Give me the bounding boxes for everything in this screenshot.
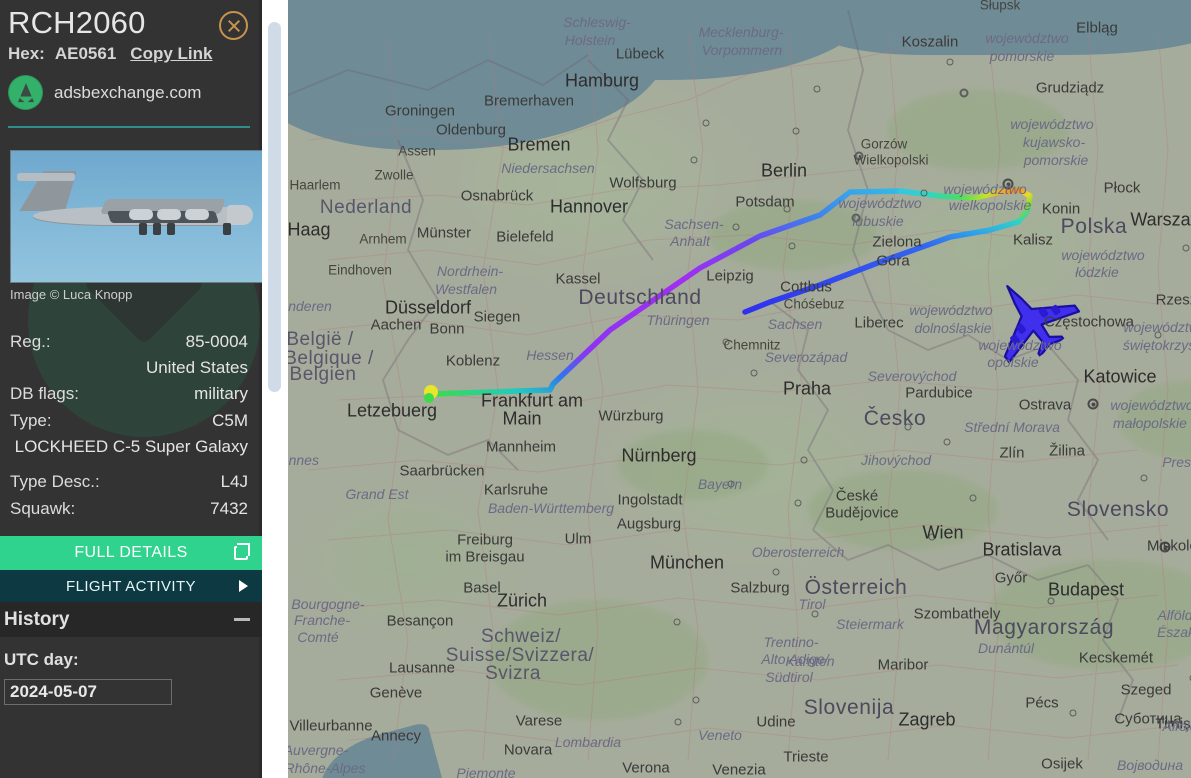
photo-tailplane	[17, 173, 75, 181]
detail-value-country: United States	[145, 358, 248, 377]
detail-key: Reg.:	[10, 332, 51, 351]
detail-value: military	[194, 384, 248, 403]
city-dot	[727, 480, 735, 488]
external-link-icon	[234, 543, 250, 560]
aircraft-info-panel: RCH2060 Hex: AE0561 Copy Link adsbexchan…	[0, 0, 262, 778]
city-dot	[1047, 597, 1055, 605]
city-dot	[772, 568, 780, 576]
city-dot	[750, 369, 758, 377]
close-icon[interactable]	[219, 11, 248, 40]
city-dot	[800, 456, 808, 464]
brand-row: adsbexchange.com	[8, 75, 252, 110]
city-dot	[702, 119, 710, 127]
city-dot	[854, 151, 864, 161]
city-dot	[1087, 398, 1099, 410]
photo-nose-gear	[223, 223, 231, 235]
utc-day-input[interactable]	[4, 679, 172, 705]
city-dot	[1002, 178, 1014, 190]
photo-credit: Image © Luca Knopp	[10, 287, 133, 302]
divider	[8, 126, 250, 128]
full-details-button[interactable]: FULL DETAILS	[0, 536, 262, 570]
chevron-right-icon	[239, 580, 248, 592]
photo-engine	[129, 209, 153, 220]
track-return	[742, 219, 1021, 315]
city-dot	[690, 156, 698, 164]
detail-row-dbflags: DB flags: military	[10, 380, 248, 407]
detail-value: 85-0004	[185, 332, 248, 351]
aircraft-photo	[10, 150, 262, 283]
page-title: RCH2060	[8, 5, 146, 40]
track-east	[897, 187, 1023, 201]
copy-link-button[interactable]: Copy Link	[130, 44, 212, 64]
detail-value: C5M	[212, 411, 248, 430]
city-dot	[1069, 709, 1077, 717]
panel-scrollbar[interactable]	[262, 0, 288, 778]
city-dot	[783, 205, 791, 213]
photo-engine	[157, 209, 181, 220]
detail-row-reg: Reg.: 85-0004	[10, 328, 248, 355]
aircraft-photo-block: Image © Luca Knopp	[10, 150, 262, 302]
utc-day-block: UTC day:	[0, 637, 262, 705]
track-start-marker-inner	[424, 393, 434, 403]
aircraft-details-list: Reg.: 85-0004 United States DB flags: mi…	[8, 328, 252, 522]
detail-key: DB flags:	[10, 384, 79, 403]
city-dot	[851, 213, 861, 223]
flight-map[interactable]: Schleswig- Holstein Mecklenburg- Vorpommern…	[288, 0, 1191, 778]
city-dot	[732, 223, 740, 231]
city-dot	[722, 338, 730, 346]
utc-day-label: UTC day:	[4, 650, 79, 669]
detail-row-squawk: Squawk: 7432	[10, 495, 248, 522]
city-dot	[1140, 474, 1148, 482]
city-dot	[794, 499, 802, 507]
hex-row: Hex: AE0561 Copy Link	[8, 44, 252, 64]
track-turn	[1015, 187, 1033, 225]
photo-engine	[185, 209, 209, 220]
city-dot	[1154, 331, 1162, 339]
photo-landing-gear	[139, 223, 147, 235]
city-dot	[674, 718, 682, 726]
detail-key: Type:	[10, 411, 52, 430]
flight-activity-label: FLIGHT ACTIVITY	[66, 577, 196, 595]
full-details-label: FULL DETAILS	[74, 544, 188, 561]
detail-key: Squawk:	[10, 499, 76, 518]
city-dot	[692, 696, 700, 704]
city-dot	[792, 127, 800, 135]
city-dot	[946, 58, 954, 66]
adsbexchange-app: RCH2060 Hex: AE0561 Copy Link adsbexchan…	[0, 0, 1191, 778]
detail-key: Type Desc.:	[10, 472, 100, 491]
scrollbar-thumb[interactable]	[268, 22, 281, 392]
city-dot	[788, 242, 796, 250]
detail-value: L4J	[220, 472, 248, 491]
city-dot	[920, 189, 928, 197]
city-dot	[813, 85, 821, 93]
history-section-header[interactable]: History	[0, 602, 262, 637]
city-dot	[1182, 244, 1190, 252]
minus-icon[interactable]	[234, 618, 250, 621]
city-dot	[1159, 541, 1171, 553]
city-dot	[904, 423, 912, 431]
city-dot	[959, 88, 969, 98]
brand-name: adsbexchange.com	[54, 82, 202, 102]
panel-header: RCH2060	[8, 4, 252, 42]
city-dot	[943, 438, 951, 446]
flight-track	[424, 187, 1033, 403]
city-dot	[969, 494, 977, 502]
detail-value-type-long: LOCKHEED C-5 Super Galaxy	[14, 437, 248, 456]
city-dot	[811, 610, 819, 618]
city-dot	[673, 618, 681, 626]
photo-landing-gear	[153, 223, 161, 235]
hex-label: Hex:	[8, 44, 45, 63]
adsbexchange-logo-icon	[8, 75, 43, 110]
hex-value: AE0561	[54, 44, 117, 63]
detail-row-typedesc: Type Desc.: L4J	[10, 468, 248, 495]
photo-nose	[227, 205, 253, 225]
flight-activity-button[interactable]: FLIGHT ACTIVITY	[0, 570, 262, 602]
detail-value: 7432	[210, 499, 248, 518]
photo-landing-gear	[167, 223, 175, 235]
city-dot	[928, 533, 936, 541]
detail-row-type: Type: C5M	[10, 407, 248, 434]
history-label: History	[4, 608, 70, 630]
track-outbound	[428, 188, 903, 397]
